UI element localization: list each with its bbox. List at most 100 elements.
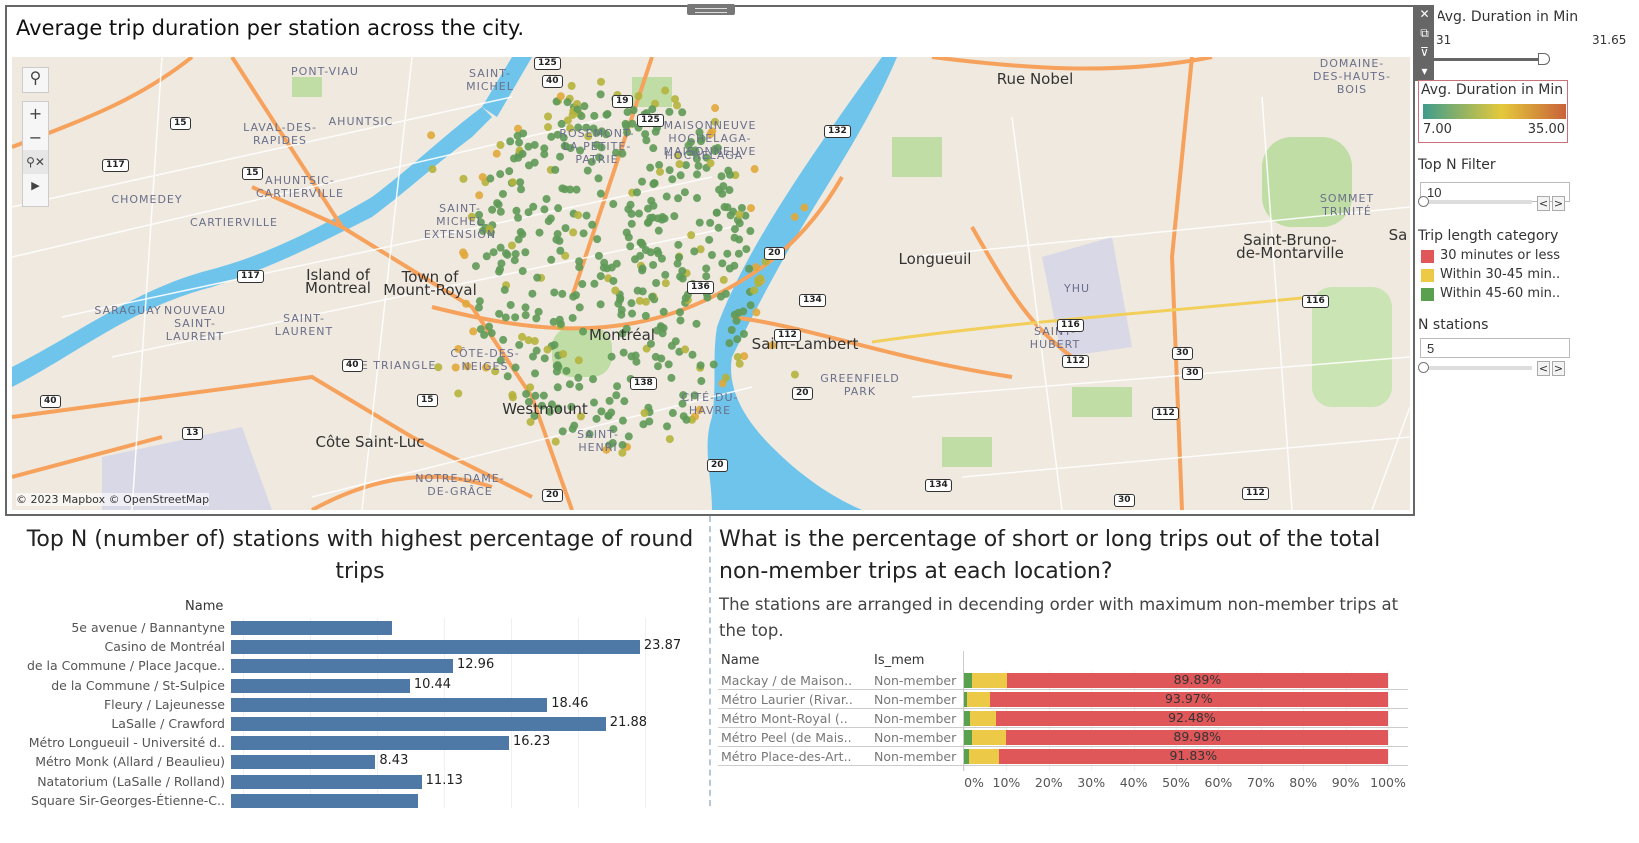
station-dot[interactable] bbox=[706, 218, 715, 227]
station-dot[interactable] bbox=[462, 299, 471, 308]
station-dot[interactable] bbox=[632, 188, 641, 197]
bar[interactable] bbox=[231, 755, 376, 770]
station-dot[interactable] bbox=[641, 311, 650, 320]
table-row[interactable]: Métro Laurier (Rivar.. Non-member 93.97% bbox=[718, 690, 1408, 709]
station-dot[interactable] bbox=[574, 373, 583, 382]
station-dot[interactable] bbox=[733, 352, 742, 361]
station-dot[interactable] bbox=[607, 352, 616, 361]
station-dot[interactable] bbox=[656, 167, 665, 176]
station-dot[interactable] bbox=[667, 373, 676, 382]
station-dot[interactable] bbox=[604, 411, 613, 420]
station-dot[interactable] bbox=[482, 252, 491, 261]
station-dot[interactable] bbox=[471, 262, 480, 271]
station-dot[interactable] bbox=[624, 233, 633, 242]
station-dot[interactable] bbox=[693, 194, 702, 203]
station-dot[interactable] bbox=[648, 292, 657, 301]
station-dot[interactable] bbox=[673, 259, 682, 268]
station-dot[interactable] bbox=[558, 289, 567, 298]
station-dot[interactable] bbox=[544, 217, 553, 226]
zoom-in-button[interactable]: + bbox=[23, 102, 48, 126]
station-dot[interactable] bbox=[559, 350, 568, 359]
station-dot[interactable] bbox=[596, 272, 605, 281]
station-dot[interactable] bbox=[487, 329, 496, 338]
station-dot[interactable] bbox=[640, 409, 649, 418]
station-dot[interactable] bbox=[550, 340, 559, 349]
station-dot[interactable] bbox=[496, 207, 505, 216]
station-dot[interactable] bbox=[590, 398, 599, 407]
station-dot[interactable] bbox=[657, 254, 666, 263]
station-dot[interactable] bbox=[627, 219, 636, 228]
station-dot[interactable] bbox=[558, 427, 567, 436]
station-dot[interactable] bbox=[552, 235, 561, 244]
station-dot[interactable] bbox=[627, 299, 636, 308]
station-dot[interactable] bbox=[652, 278, 661, 287]
station-dot[interactable] bbox=[635, 296, 644, 305]
table-row[interactable]: Métro Peel (de Mais.. Non-member 89.98% bbox=[718, 728, 1408, 747]
station-dot[interactable] bbox=[632, 357, 641, 366]
station-dot[interactable] bbox=[735, 219, 744, 228]
station-dot[interactable] bbox=[459, 174, 468, 183]
station-dot[interactable] bbox=[503, 250, 512, 259]
station-dot[interactable] bbox=[721, 373, 730, 382]
station-dot[interactable] bbox=[676, 171, 685, 180]
station-dot[interactable] bbox=[612, 391, 621, 400]
station-dot[interactable] bbox=[730, 310, 739, 319]
station-dot[interactable] bbox=[618, 416, 627, 425]
station-dot[interactable] bbox=[568, 110, 577, 119]
station-dot[interactable] bbox=[658, 329, 667, 338]
station-dot[interactable] bbox=[575, 263, 584, 272]
station-dot[interactable] bbox=[739, 307, 748, 316]
station-dot[interactable] bbox=[590, 111, 599, 120]
station-dot[interactable] bbox=[551, 437, 560, 446]
station-dot[interactable] bbox=[505, 167, 514, 176]
station-dot[interactable] bbox=[693, 170, 702, 179]
station-dot[interactable] bbox=[668, 175, 677, 184]
station-dot[interactable] bbox=[427, 131, 436, 140]
station-dot[interactable] bbox=[551, 165, 560, 174]
station-dot[interactable] bbox=[594, 251, 603, 260]
station-dot[interactable] bbox=[561, 224, 570, 233]
station-dot[interactable] bbox=[565, 380, 574, 389]
station-dot[interactable] bbox=[617, 306, 626, 315]
station-dot[interactable] bbox=[674, 240, 683, 249]
station-dot[interactable] bbox=[711, 104, 720, 113]
station-dot[interactable] bbox=[655, 161, 664, 170]
station-dot[interactable] bbox=[582, 211, 591, 220]
station-dot[interactable] bbox=[597, 77, 606, 86]
station-dot[interactable] bbox=[589, 375, 598, 384]
station-dot[interactable] bbox=[555, 315, 564, 324]
bar[interactable] bbox=[231, 717, 606, 731]
station-dot[interactable] bbox=[717, 172, 726, 181]
station-dot[interactable] bbox=[646, 163, 655, 172]
expand-toolbar-button[interactable]: ▶ bbox=[23, 174, 48, 198]
station-dot[interactable] bbox=[498, 189, 507, 198]
station-dot[interactable] bbox=[524, 161, 533, 170]
station-dot[interactable] bbox=[663, 422, 672, 431]
station-dot[interactable] bbox=[671, 337, 680, 346]
station-dot[interactable] bbox=[500, 285, 509, 294]
station-dot[interactable] bbox=[723, 249, 732, 258]
station-dot[interactable] bbox=[594, 174, 603, 183]
station-dot[interactable] bbox=[800, 203, 809, 212]
station-dot[interactable] bbox=[542, 194, 551, 203]
station-dot[interactable] bbox=[507, 241, 516, 250]
station-dot[interactable] bbox=[474, 303, 483, 312]
station-dot[interactable] bbox=[552, 367, 561, 376]
station-dot[interactable] bbox=[619, 348, 628, 357]
station-dot[interactable] bbox=[618, 448, 627, 457]
station-dot[interactable] bbox=[702, 272, 711, 281]
station-dot[interactable] bbox=[574, 211, 583, 220]
station-dot[interactable] bbox=[554, 204, 563, 213]
drag-handle[interactable] bbox=[687, 4, 735, 15]
station-dot[interactable] bbox=[543, 345, 552, 354]
station-dot[interactable] bbox=[638, 177, 647, 186]
station-dot[interactable] bbox=[602, 110, 611, 119]
station-dot[interactable] bbox=[720, 203, 729, 212]
station-dot[interactable] bbox=[703, 293, 712, 302]
station-dot[interactable] bbox=[574, 356, 583, 365]
station-dot[interactable] bbox=[609, 200, 618, 209]
station-dot[interactable] bbox=[592, 414, 601, 423]
station-dot[interactable] bbox=[690, 247, 699, 256]
station-dot[interactable] bbox=[506, 300, 515, 309]
bar[interactable] bbox=[231, 621, 393, 635]
